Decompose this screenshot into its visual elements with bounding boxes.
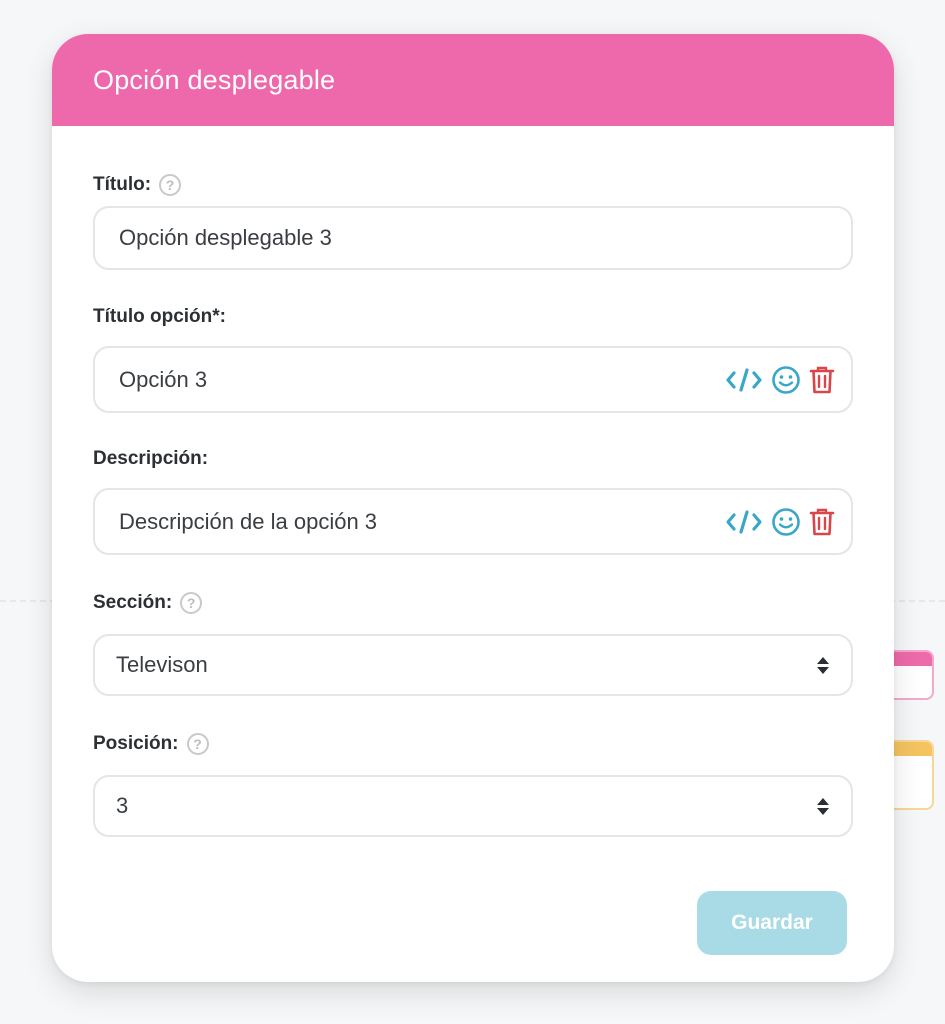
position-select[interactable]: 3 <box>93 775 853 837</box>
position-select-value: 3 <box>116 793 129 818</box>
description-input-value: Descripción de la opción 3 <box>119 508 378 534</box>
description-tools <box>725 507 835 537</box>
help-icon[interactable]: ? <box>186 733 209 755</box>
section-select-value: Televison <box>116 652 208 677</box>
title-input[interactable]: Opción desplegable 3 <box>93 206 853 270</box>
title-label-text: Título: <box>93 174 152 195</box>
description-input[interactable]: Descripción de la opción 3 <box>93 488 853 555</box>
dropdown-option-modal: Opción desplegable Título: ? Opción desp… <box>52 34 894 982</box>
trash-icon[interactable] <box>809 365 835 395</box>
description-label-text: Descripción: <box>93 448 209 469</box>
title-input-value: Opción desplegable 3 <box>119 225 332 250</box>
position-label-text: Posición: <box>93 733 179 754</box>
select-caret-icon <box>817 797 829 815</box>
section-label-text: Sección: <box>93 592 173 613</box>
option-title-label: Título opción*: <box>93 306 226 328</box>
title-label: Título: ? <box>93 174 182 196</box>
section-label: Sección: ? <box>93 592 203 614</box>
select-caret-icon <box>817 656 829 674</box>
smiley-icon[interactable] <box>771 365 801 395</box>
option-title-tools <box>725 365 835 395</box>
smiley-icon[interactable] <box>771 507 801 537</box>
help-icon[interactable]: ? <box>159 174 182 196</box>
modal-title: Opción desplegable <box>93 64 336 95</box>
section-select[interactable]: Televison <box>93 634 853 696</box>
help-icon[interactable]: ? <box>180 592 203 614</box>
description-label: Descripción: <box>93 448 208 470</box>
save-button[interactable]: Guardar <box>697 891 847 955</box>
option-title-label-text: Título opción*: <box>93 306 226 327</box>
modal-header: Opción desplegable <box>52 34 894 126</box>
trash-icon[interactable] <box>809 507 835 537</box>
position-label: Posición: ? <box>93 733 209 755</box>
option-title-input[interactable]: Opción 3 <box>93 346 853 413</box>
code-icon[interactable] <box>725 367 763 393</box>
code-icon[interactable] <box>725 509 763 535</box>
option-title-input-value: Opción 3 <box>119 366 208 392</box>
